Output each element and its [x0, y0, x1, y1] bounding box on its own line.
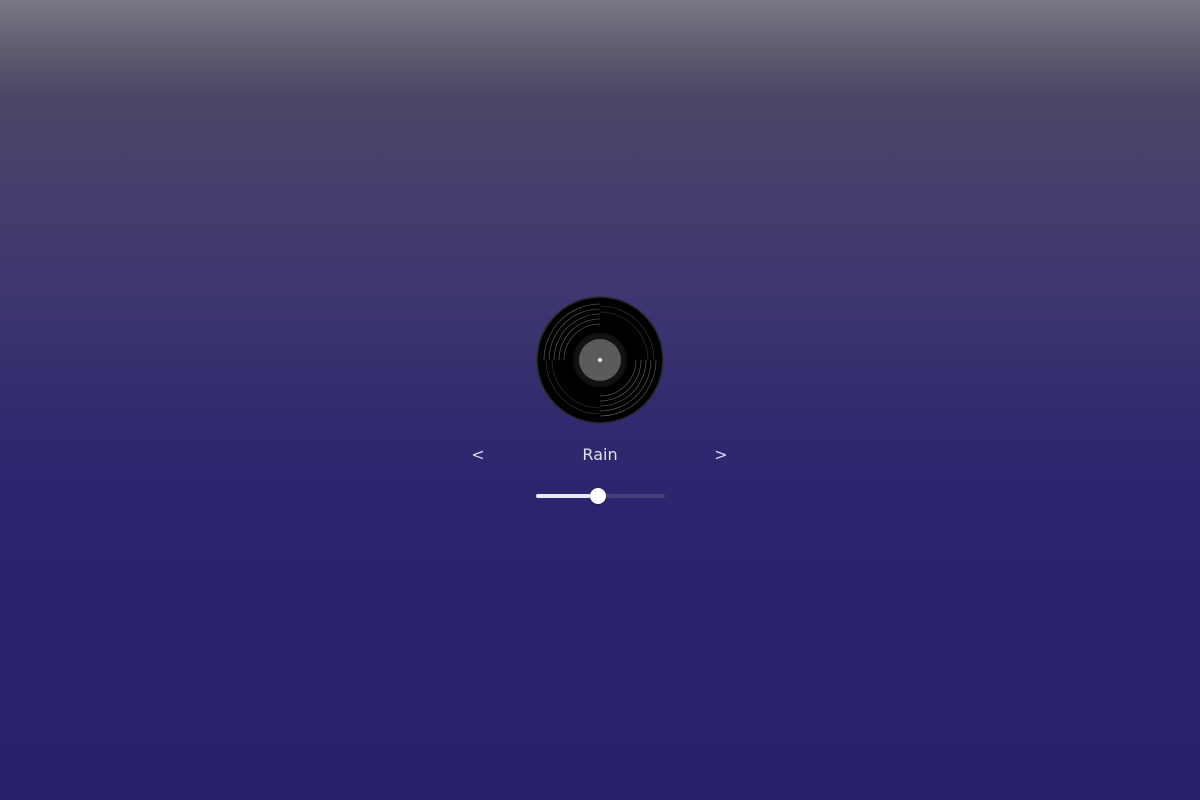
vinyl-record-icon	[536, 296, 664, 424]
volume-slider-thumb[interactable]	[589, 488, 606, 504]
volume-slider-fill	[536, 494, 598, 498]
music-player: < Rain >	[0, 0, 1200, 800]
track-navigation: < Rain >	[0, 443, 1200, 467]
next-track-button[interactable]: >	[707, 443, 735, 467]
volume-slider[interactable]	[536, 486, 665, 506]
previous-track-button[interactable]: <	[464, 443, 492, 467]
track-title: Rain	[582, 445, 618, 464]
